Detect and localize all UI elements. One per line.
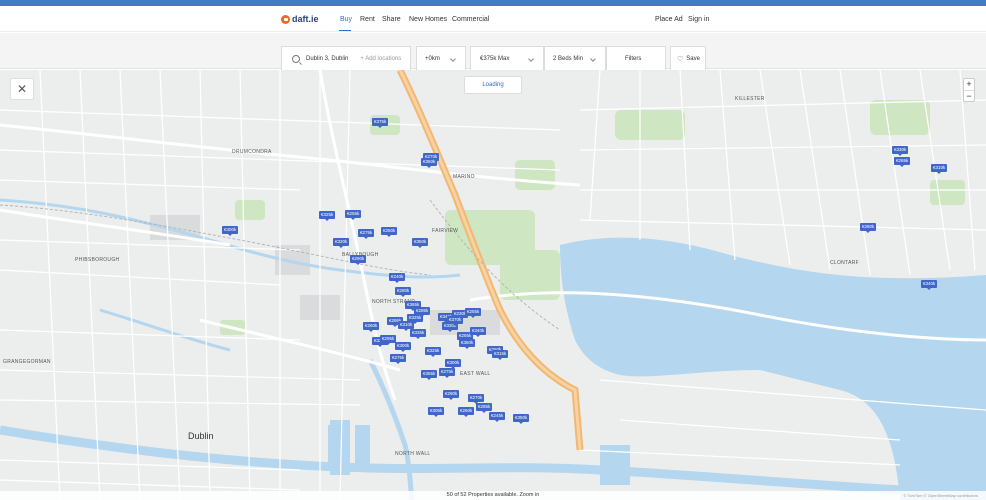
price-pin[interactable]: €255k — [465, 308, 482, 318]
price-pin[interactable]: €280k — [395, 287, 412, 297]
area-label-clontarf: CLONTARF — [830, 260, 859, 266]
area-label-drumcondra: DRUMCONDRA — [232, 149, 272, 155]
price-max-dropdown[interactable]: €375k Max — [470, 46, 544, 72]
chevron-down-icon — [528, 56, 534, 62]
price-pin[interactable]: €255k — [345, 210, 362, 220]
price-pin[interactable]: €350k — [513, 414, 530, 424]
chevron-down-icon — [590, 56, 596, 62]
save-label: Save — [686, 56, 700, 62]
docks — [330, 420, 630, 485]
price-pin[interactable]: €300k — [395, 342, 412, 352]
chevron-down-icon — [450, 56, 456, 62]
filters-label: Filters — [625, 56, 642, 62]
price-pin[interactable]: €245k — [489, 412, 506, 422]
active-tab-indicator — [339, 30, 351, 31]
loading-text: Loading — [482, 82, 504, 88]
price-pin[interactable]: €310k — [931, 164, 948, 174]
price-pin[interactable]: €325k — [319, 211, 336, 221]
price-pin[interactable]: €310k — [398, 321, 415, 331]
area-label-marino: MARINO — [453, 174, 475, 180]
price-pin[interactable]: €275k — [439, 368, 456, 378]
map-canvas — [0, 70, 986, 500]
price-pin[interactable]: €360k — [459, 339, 476, 349]
search-icon — [292, 55, 300, 63]
price-pin[interactable]: €340k — [470, 327, 487, 337]
daft-logo-icon — [281, 14, 290, 24]
price-pin[interactable]: €355k — [421, 370, 438, 380]
place-ad-link[interactable]: Place Ad — [655, 16, 683, 23]
save-search-button[interactable]: ♡ Save — [670, 46, 706, 72]
property-map[interactable]: DRUMCONDRA PHIBSBOROUGH BALLYBOUGH NORTH… — [0, 70, 986, 500]
area-label-phibsborough: PHIBSBOROUGH — [75, 257, 120, 263]
area-label-east-wall: EAST WALL — [460, 371, 491, 377]
price-pin[interactable]: €375k — [372, 118, 389, 128]
price-pin[interactable]: €370k — [447, 316, 464, 326]
price-max-value: €375k Max — [480, 56, 510, 62]
location-search-field[interactable]: Dublin 3, Dublin + Add locations — [281, 46, 411, 72]
beds-min-value: 2 Beds Min — [553, 56, 584, 62]
price-pin[interactable]: €240k — [389, 273, 406, 283]
zoom-out-button[interactable]: − — [964, 90, 974, 101]
nav-buy[interactable]: Buy — [340, 16, 352, 23]
add-locations-link[interactable]: + Add locations — [360, 56, 401, 62]
price-pin[interactable]: €320k — [333, 238, 350, 248]
beds-min-dropdown[interactable]: 2 Beds Min — [544, 46, 606, 72]
zoom-in-button[interactable]: + — [964, 79, 974, 90]
area-label-north-wall: NORTH WALL — [395, 451, 431, 457]
zoom-control: + − — [963, 78, 975, 102]
top-navigation: daft.ie Buy Rent Share New Homes Commerc… — [0, 6, 986, 32]
area-label-killester: KILLESTER — [735, 96, 765, 102]
price-pin[interactable]: €285k — [476, 403, 493, 413]
price-pin[interactable]: €260k — [363, 322, 380, 332]
radius-value: +0km — [425, 56, 440, 62]
heart-icon: ♡ — [677, 56, 684, 63]
price-pin[interactable]: €335k — [410, 329, 427, 339]
nav-commercial[interactable]: Commercial — [452, 16, 489, 23]
price-pin[interactable]: €265k — [894, 157, 911, 167]
price-pin[interactable]: €340k — [921, 280, 938, 290]
nav-share[interactable]: Share — [382, 16, 401, 23]
price-pin[interactable]: €290k — [443, 390, 460, 400]
price-pin[interactable]: €250k — [381, 227, 398, 237]
price-pin[interactable]: €290k — [350, 255, 367, 265]
price-pin[interactable]: €315k — [492, 350, 509, 360]
price-pin[interactable]: €260k — [458, 407, 475, 417]
price-pin[interactable]: €325k — [407, 314, 424, 324]
loading-indicator: Loading — [464, 76, 522, 94]
area-label-fairview: FAIRVIEW — [432, 228, 459, 234]
filter-bar: Dublin 3, Dublin + Add locations +0km €3… — [0, 33, 986, 72]
map-attribution: © TomTom © OpenStreetMap contributors — [903, 493, 978, 498]
logo-text: daft.ie — [292, 14, 319, 24]
price-pin[interactable]: €350k — [412, 238, 429, 248]
nav-new-homes[interactable]: New Homes — [409, 16, 447, 23]
filters-button[interactable]: Filters — [606, 46, 666, 72]
price-pin[interactable]: €300k — [445, 359, 462, 369]
price-pin[interactable]: €270k — [468, 394, 485, 404]
price-pin[interactable]: €295k — [380, 335, 397, 345]
price-pin[interactable]: €330k — [892, 146, 909, 156]
close-map-button[interactable]: ✕ — [10, 78, 34, 100]
daft-logo[interactable]: daft.ie — [281, 14, 319, 24]
price-pin[interactable]: €305k — [428, 407, 445, 417]
location-value: Dublin 3, Dublin — [306, 56, 349, 62]
radius-dropdown[interactable]: +0km — [416, 46, 466, 72]
area-label-grangegorman: GRANGEGORMAN — [3, 359, 51, 365]
results-status-text: 50 of 52 Properties available. Zoom in — [446, 492, 540, 498]
nav-rent[interactable]: Rent — [360, 16, 375, 23]
price-pin[interactable]: €360k — [421, 158, 438, 168]
price-pin[interactable]: €275k — [358, 229, 375, 239]
price-pin[interactable]: €280k — [860, 223, 877, 233]
sign-in-link[interactable]: Sign in — [688, 16, 709, 23]
results-status-bar: 50 of 52 Properties available. Zoom in — [0, 491, 986, 500]
city-label-dublin: Dublin — [188, 431, 214, 441]
close-icon: ✕ — [16, 82, 28, 96]
price-pin[interactable]: €300k — [222, 226, 239, 236]
price-pin[interactable]: €325k — [425, 347, 442, 357]
price-pin[interactable]: €275k — [390, 354, 407, 364]
